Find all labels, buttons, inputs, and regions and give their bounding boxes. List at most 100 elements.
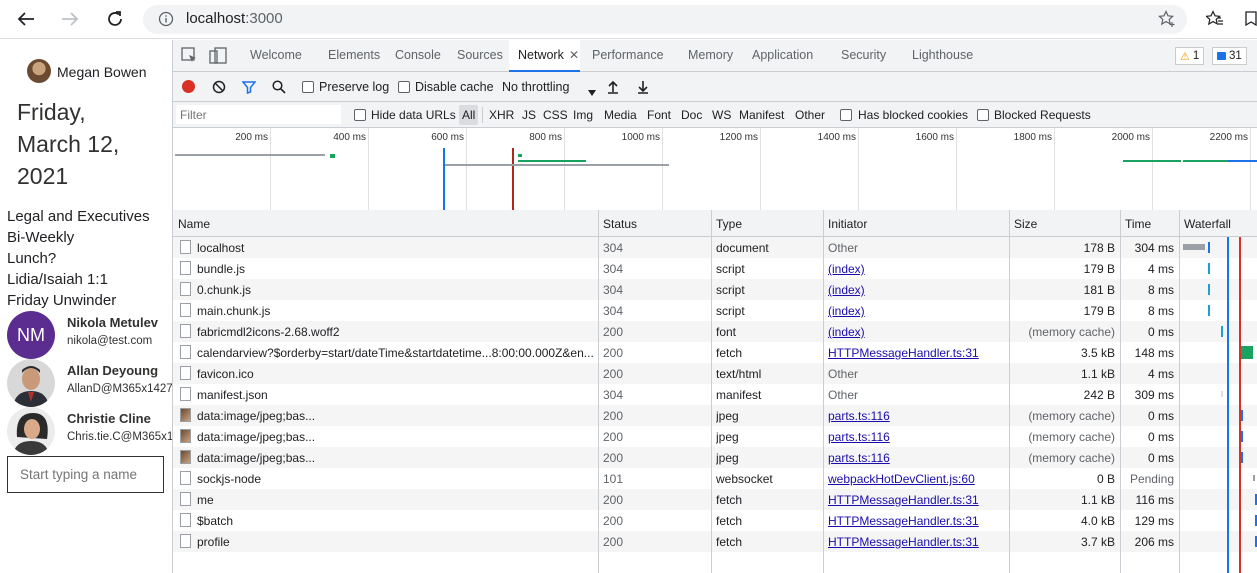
table-row[interactable]: localhost 304 document Other 178 B 304 ms [173, 237, 1257, 258]
throttling-select[interactable]: No throttling [502, 80, 569, 94]
tab-network[interactable]: Network [518, 48, 564, 62]
request-time: 0 ms [1147, 325, 1174, 339]
blocked-requests-checkbox[interactable] [977, 109, 989, 121]
type-filter-other[interactable]: Other [795, 108, 825, 122]
tab-sources[interactable]: Sources [457, 48, 503, 62]
inspect-element-icon[interactable] [181, 47, 198, 69]
table-row[interactable]: main.chunk.js 304 script (index) 179 B 8 ms [173, 300, 1257, 321]
request-initiator[interactable]: HTTPMessageHandler.ts:31 [828, 514, 1004, 528]
type-filter-js[interactable]: JS [522, 108, 536, 122]
table-row[interactable]: data:image/jpeg;bas... 200 jpeg parts.ts:11… [173, 447, 1257, 468]
device-toolbar-icon[interactable] [209, 47, 227, 69]
tab-application[interactable]: Application [752, 48, 813, 62]
agenda-event[interactable]: Lidia/Isaiah 1:1 [7, 271, 108, 288]
warnings-badge[interactable]: ⚠ 1 [1175, 47, 1205, 65]
tab-memory[interactable]: Memory [688, 48, 733, 62]
request-initiator[interactable]: (index) [828, 325, 1004, 339]
person-card[interactable]: NM Nikola Metulev nikola@test.com [7, 311, 177, 359]
info-icon[interactable] [158, 11, 174, 32]
request-time: 4 ms [1147, 367, 1174, 381]
agenda-event[interactable]: Bi-Weekly [7, 229, 74, 246]
type-filter-img[interactable]: Img [573, 108, 593, 122]
hide-data-urls-checkbox[interactable] [354, 109, 366, 121]
table-row[interactable]: sockjs-node 101 websocket webpackHotDevClie… [173, 468, 1257, 489]
table-row[interactable]: bundle.js 304 script (index) 179 B 4 ms [173, 258, 1257, 279]
reload-button[interactable] [102, 6, 128, 32]
address-bar[interactable] [143, 5, 1187, 34]
column-divider [1179, 210, 1180, 573]
file-icon [180, 324, 191, 338]
disable-cache-checkbox[interactable] [398, 81, 410, 93]
type-filter-css[interactable]: CSS [543, 108, 568, 122]
table-row[interactable]: manifest.json 304 manifest Other 242 B 309 ms [173, 384, 1257, 405]
record-button[interactable] [182, 80, 195, 93]
table-row[interactable]: data:image/jpeg;bas... 200 jpeg parts.ts:11… [173, 426, 1257, 447]
table-row[interactable]: fabricmdl2icons-2.68.woff2 200 font (index)… [173, 321, 1257, 342]
request-initiator[interactable]: parts.ts:116 [828, 430, 1004, 444]
table-row[interactable]: 0.chunk.js 304 script (index) 181 B 8 ms [173, 279, 1257, 300]
search-icon[interactable] [272, 80, 286, 99]
type-filter-media[interactable]: Media [604, 108, 637, 122]
type-filter-xhr[interactable]: XHR [489, 108, 514, 122]
table-row[interactable]: favicon.ico 200 text/html Other 1.1 kB 4 ms [173, 363, 1257, 384]
request-initiator[interactable]: HTTPMessageHandler.ts:31 [828, 535, 1004, 549]
request-initiator[interactable]: parts.ts:116 [828, 409, 1004, 423]
request-initiator[interactable]: (index) [828, 262, 1004, 276]
column-header-status[interactable]: Status [598, 210, 711, 237]
request-initiator[interactable]: webpackHotDevClient.js:60 [828, 472, 1004, 486]
request-initiator[interactable]: (index) [828, 304, 1004, 318]
filter-input[interactable] [176, 105, 341, 124]
table-row[interactable]: me 200 fetch HTTPMessageHandler.ts:31 1.1 kB… [173, 489, 1257, 510]
table-row[interactable]: calendarview?$orderby=start/dateTime&sta… [173, 342, 1257, 363]
close-tab-icon[interactable]: ✕ [569, 48, 579, 62]
add-favorite-icon[interactable] [1158, 10, 1176, 33]
request-initiator[interactable]: HTTPMessageHandler.ts:31 [828, 346, 1004, 360]
agenda-event[interactable]: Lunch? [7, 250, 56, 267]
person-card[interactable]: Christie Cline Chris.tie.C@M365x1 [7, 407, 177, 455]
column-header-size[interactable]: Size [1009, 210, 1120, 237]
favorites-icon[interactable] [1205, 10, 1224, 33]
dropdown-arrow-icon[interactable] [588, 83, 596, 101]
tab-welcome[interactable]: Welcome [250, 48, 302, 62]
table-row[interactable]: $batch 200 fetch HTTPMessageHandler.ts:31 4.… [173, 510, 1257, 531]
tab-security[interactable]: Security [841, 48, 886, 62]
table-row[interactable]: profile 200 fetch HTTPMessageHandler.ts:31 3… [173, 531, 1257, 552]
type-filter-ws[interactable]: WS [712, 108, 731, 122]
column-header-time[interactable]: Time [1120, 210, 1179, 237]
type-filter-font[interactable]: Font [647, 108, 671, 122]
forward-button[interactable] [57, 6, 83, 32]
type-filter-manifest[interactable]: Manifest [739, 108, 784, 122]
import-har-icon[interactable] [607, 80, 619, 99]
agenda-event[interactable]: Legal and Executives [7, 208, 150, 225]
user-avatar [27, 59, 51, 83]
request-initiator[interactable]: HTTPMessageHandler.ts:31 [828, 493, 1004, 507]
agenda-event[interactable]: Friday Unwinder [7, 292, 116, 309]
request-initiator[interactable]: (index) [828, 283, 1004, 297]
type-filter-doc[interactable]: Doc [681, 108, 702, 122]
person-card[interactable]: Allan Deyoung AllanD@M365x1427 [7, 359, 177, 407]
back-button[interactable] [13, 6, 39, 32]
column-header-name[interactable]: Name [173, 210, 598, 237]
file-icon [180, 345, 191, 359]
tab-console[interactable]: Console [395, 48, 441, 62]
export-har-icon[interactable] [637, 80, 649, 99]
tab-lighthouse[interactable]: Lighthouse [912, 48, 973, 62]
column-header-type[interactable]: Type [711, 210, 823, 237]
clear-icon[interactable] [212, 80, 226, 99]
messages-badge[interactable]: 31 [1212, 47, 1247, 65]
has-blocked-cookies-checkbox[interactable] [840, 109, 852, 121]
type-filter-all[interactable]: All [459, 105, 479, 125]
column-header-waterfall[interactable]: Waterfall [1179, 210, 1257, 237]
tab-elements[interactable]: Elements [328, 48, 380, 62]
column-header-initiator[interactable]: Initiator [823, 210, 1009, 237]
table-row[interactable]: data:image/jpeg;bas... 200 jpeg parts.ts:11… [173, 405, 1257, 426]
request-status: 304 [603, 262, 624, 276]
url-host: localhost [186, 10, 246, 27]
collections-icon[interactable] [1244, 10, 1257, 33]
preserve-log-checkbox[interactable] [302, 81, 314, 93]
people-picker-input[interactable] [7, 456, 164, 493]
request-initiator[interactable]: parts.ts:116 [828, 451, 1004, 465]
overview-tick: 400 ms [333, 132, 366, 143]
filter-icon[interactable] [241, 80, 257, 99]
tab-performance[interactable]: Performance [592, 48, 664, 62]
